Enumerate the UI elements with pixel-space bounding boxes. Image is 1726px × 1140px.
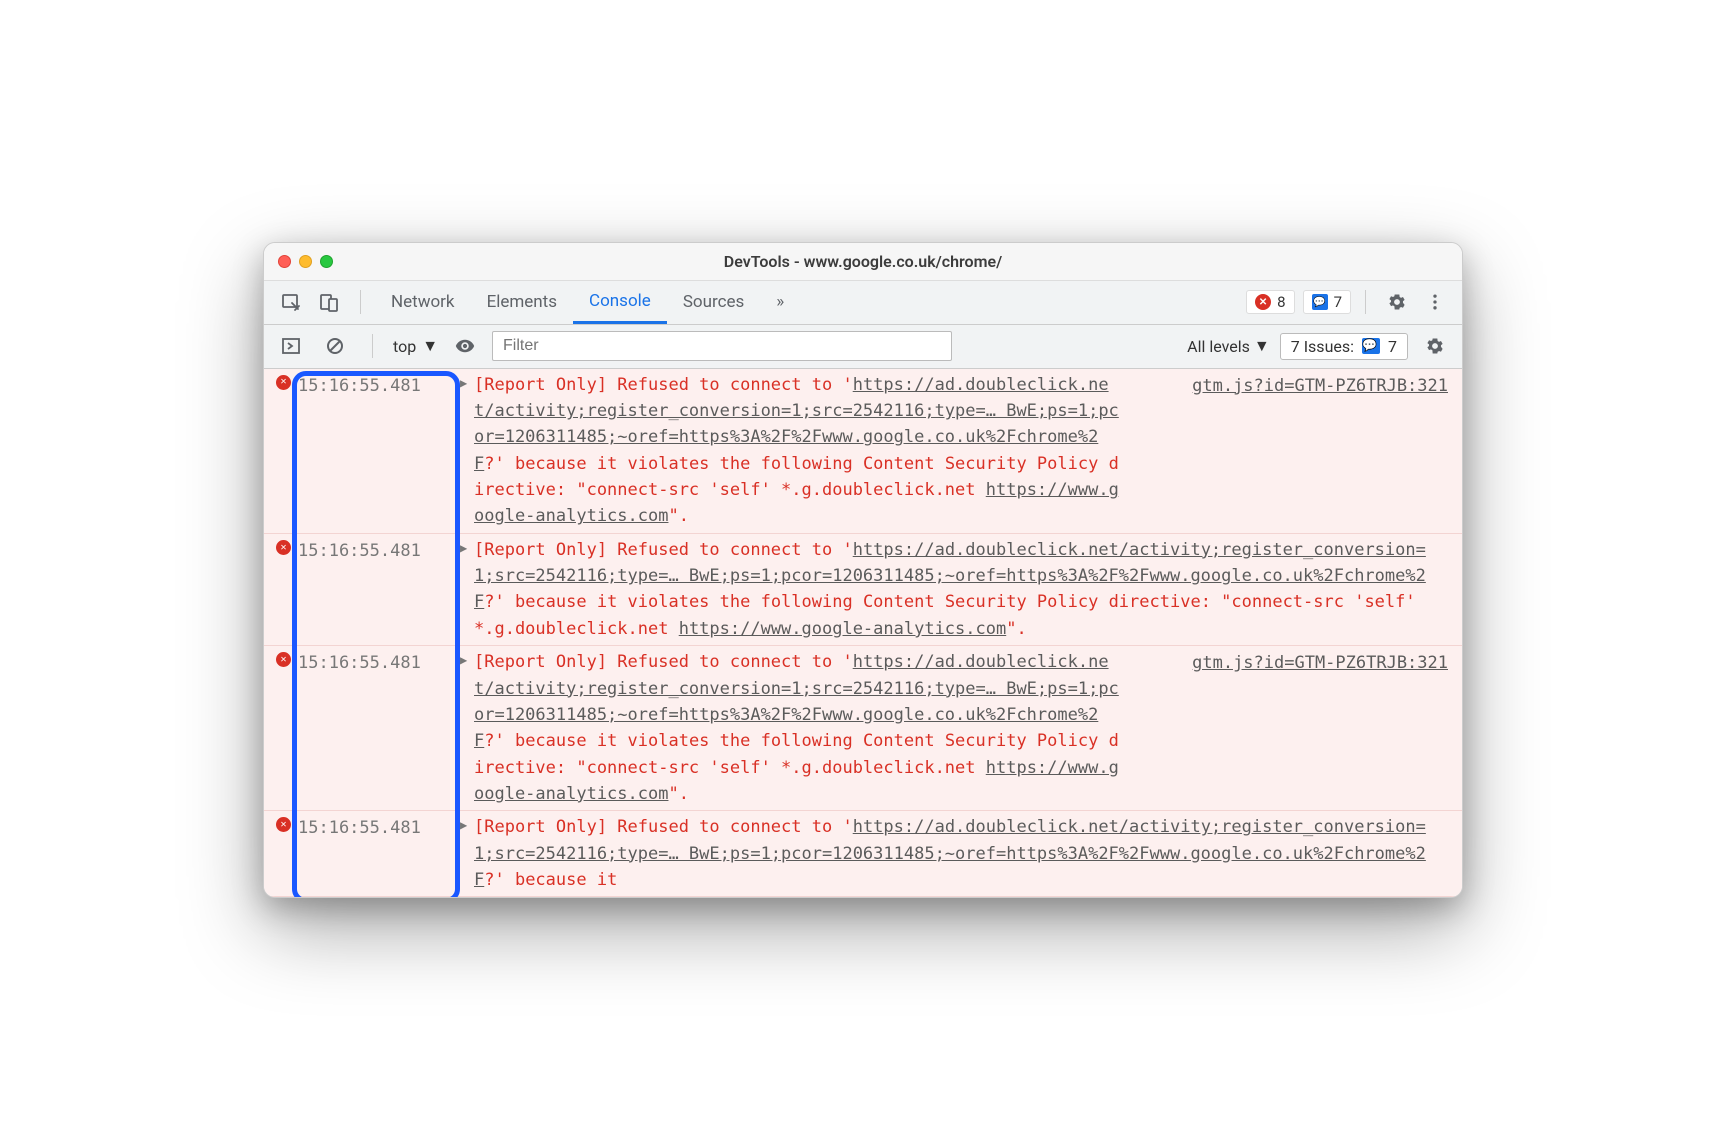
expand-arrow-icon[interactable]: ▶	[460, 649, 474, 807]
expand-arrow-icon[interactable]: ▶	[460, 814, 474, 893]
message-icon: 💬	[1362, 338, 1380, 354]
console-toolbar: top ▼ All levels ▼ 7 Issues: 💬 7	[264, 325, 1462, 369]
titlebar: DevTools - www.google.co.uk/chrome/	[264, 243, 1462, 281]
devtools-tabbar: Network Elements Console Sources » ✕ 8 💬…	[264, 281, 1462, 325]
separator	[372, 334, 373, 358]
message-timestamp: 15:16:55.481	[298, 814, 460, 893]
error-count-badge[interactable]: ✕ 8	[1246, 290, 1294, 314]
message-text: [Report Only] Refused to connect to 'htt…	[474, 814, 1448, 893]
error-icon: ✕	[1255, 294, 1271, 310]
console-messages: ✕15:16:55.481▶[Report Only] Refused to c…	[264, 369, 1462, 898]
separator	[360, 290, 361, 314]
issues-button[interactable]: 7 Issues: 💬 7	[1280, 333, 1408, 360]
error-icon: ✕	[276, 814, 298, 893]
message-icon: 💬	[1312, 294, 1328, 310]
tab-more[interactable]: »	[760, 280, 800, 324]
message-text: [Report Only] Refused to connect to 'htt…	[474, 649, 1138, 807]
tab-network[interactable]: Network	[375, 280, 471, 324]
issues-label: 7 Issues:	[1291, 337, 1354, 356]
message-source-link[interactable]: gtm.js?id=GTM-PZ6TRJB:321	[1138, 372, 1448, 530]
message-link[interactable]: https://www.google-analytics.com	[679, 619, 1007, 639]
context-selector[interactable]: top ▼	[393, 336, 438, 356]
levels-label: All levels	[1187, 337, 1250, 356]
message-text: [Report Only] Refused to connect to 'htt…	[474, 372, 1138, 530]
message-text: [Report Only] Refused to connect to 'htt…	[474, 537, 1448, 642]
message-timestamp: 15:16:55.481	[298, 537, 460, 642]
error-icon: ✕	[276, 537, 298, 642]
clear-console-icon[interactable]	[318, 329, 352, 363]
window-title: DevTools - www.google.co.uk/chrome/	[264, 252, 1462, 271]
issues-count: 7	[1388, 337, 1397, 356]
settings-icon[interactable]	[1380, 285, 1414, 319]
tab-console[interactable]: Console	[573, 280, 667, 324]
filter-input[interactable]	[492, 331, 952, 361]
log-level-selector[interactable]: All levels ▼	[1187, 336, 1270, 356]
toggle-console-sidebar-icon[interactable]	[274, 329, 308, 363]
inspect-element-icon[interactable]	[274, 285, 308, 319]
tab-elements[interactable]: Elements	[471, 280, 573, 324]
tab-sources[interactable]: Sources	[667, 280, 760, 324]
message-source-link[interactable]: gtm.js?id=GTM-PZ6TRJB:321	[1138, 649, 1448, 807]
expand-arrow-icon[interactable]: ▶	[460, 537, 474, 642]
message-timestamp: 15:16:55.481	[298, 372, 460, 530]
chevron-down-icon: ▼	[422, 336, 438, 356]
console-message-row[interactable]: ✕15:16:55.481▶[Report Only] Refused to c…	[264, 811, 1462, 897]
message-timestamp: 15:16:55.481	[298, 649, 460, 807]
chevron-down-icon: ▼	[1254, 336, 1270, 356]
devtools-window: DevTools - www.google.co.uk/chrome/ Netw…	[263, 242, 1463, 899]
separator	[1365, 290, 1366, 314]
live-expression-icon[interactable]	[448, 329, 482, 363]
message-count: 7	[1334, 293, 1342, 311]
error-count: 8	[1277, 293, 1285, 311]
console-settings-icon[interactable]	[1418, 329, 1452, 363]
console-message-row[interactable]: ✕15:16:55.481▶[Report Only] Refused to c…	[264, 369, 1462, 534]
error-icon: ✕	[276, 372, 298, 530]
console-message-row[interactable]: ✕15:16:55.481▶[Report Only] Refused to c…	[264, 534, 1462, 646]
context-label: top	[393, 337, 416, 356]
message-count-badge[interactable]: 💬 7	[1303, 290, 1351, 314]
device-toggle-icon[interactable]	[312, 285, 346, 319]
kebab-menu-icon[interactable]	[1418, 285, 1452, 319]
console-message-row[interactable]: ✕15:16:55.481▶[Report Only] Refused to c…	[264, 646, 1462, 811]
error-icon: ✕	[276, 649, 298, 807]
panel-tabs: Network Elements Console Sources »	[375, 280, 800, 324]
expand-arrow-icon[interactable]: ▶	[460, 372, 474, 530]
